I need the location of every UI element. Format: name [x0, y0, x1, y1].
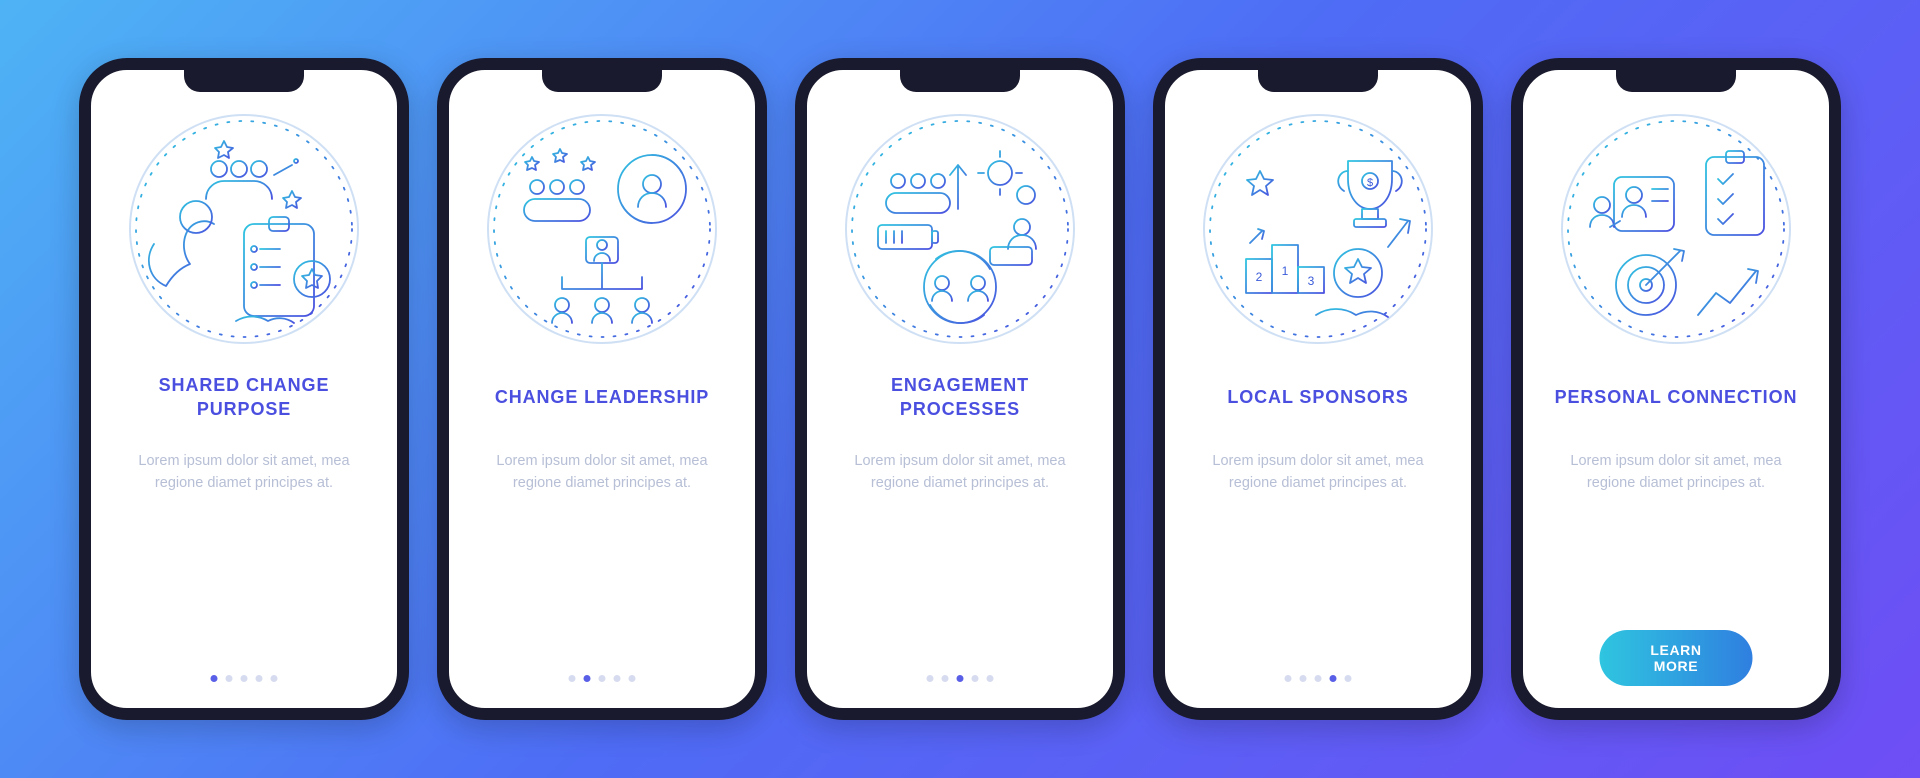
dot-4[interactable]: [256, 675, 263, 682]
engagement-processes-icon: [845, 114, 1075, 344]
learn-more-button[interactable]: LEARN MORE: [1600, 630, 1753, 686]
svg-text:$: $: [1367, 177, 1373, 189]
dot-5[interactable]: [629, 675, 636, 682]
svg-text:2: 2: [1256, 270, 1263, 284]
dot-5[interactable]: [987, 675, 994, 682]
dot-5[interactable]: [1345, 675, 1352, 682]
onboarding-screen-shared-change-purpose: SHARED CHANGE PURPOSE Lorem ipsum dolor …: [79, 58, 409, 720]
screen-description: Lorem ipsum dolor sit amet, mea regione …: [113, 450, 375, 495]
shared-purpose-icon: [129, 114, 359, 344]
dot-1[interactable]: [927, 675, 934, 682]
pagination-dots[interactable]: [569, 675, 636, 682]
dot-1[interactable]: [1285, 675, 1292, 682]
screen-title: CHANGE LEADERSHIP: [489, 372, 715, 422]
onboarding-screen-change-leadership: CHANGE LEADERSHIP Lorem ipsum dolor sit …: [437, 58, 767, 720]
change-leadership-icon: [487, 114, 717, 344]
phone-notch: [1616, 68, 1736, 92]
dot-5[interactable]: [271, 675, 278, 682]
dot-3[interactable]: [957, 675, 964, 682]
dot-3[interactable]: [1315, 675, 1322, 682]
svg-text:3: 3: [1308, 274, 1315, 288]
screen-description: Lorem ipsum dolor sit amet, mea regione …: [829, 450, 1091, 495]
screen-description: Lorem ipsum dolor sit amet, mea regione …: [1545, 450, 1807, 495]
phone-notch: [184, 68, 304, 92]
dot-1[interactable]: [569, 675, 576, 682]
dot-2[interactable]: [584, 675, 591, 682]
personal-connection-icon: [1561, 114, 1791, 344]
screen-title: SHARED CHANGE PURPOSE: [113, 372, 375, 422]
dot-4[interactable]: [972, 675, 979, 682]
screen-title: ENGAGEMENT PROCESSES: [829, 372, 1091, 422]
phone-notch: [542, 68, 662, 92]
screen-description: Lorem ipsum dolor sit amet, mea regione …: [471, 450, 733, 495]
screen-title: LOCAL SPONSORS: [1221, 372, 1414, 422]
screen-description: Lorem ipsum dolor sit amet, mea regione …: [1187, 450, 1449, 495]
dot-4[interactable]: [1330, 675, 1337, 682]
dot-2[interactable]: [1300, 675, 1307, 682]
onboarding-screen-engagement-processes: ENGAGEMENT PROCESSES Lorem ipsum dolor s…: [795, 58, 1125, 720]
screen-title: PERSONAL CONNECTION: [1549, 372, 1804, 422]
pagination-dots[interactable]: [927, 675, 994, 682]
svg-text:1: 1: [1282, 264, 1289, 278]
dot-1[interactable]: [211, 675, 218, 682]
local-sponsors-icon: $ 2 1 3: [1203, 114, 1433, 344]
onboarding-screen-local-sponsors: $ 2 1 3 LOCAL SPONSORS Lorem ipsum dolor…: [1153, 58, 1483, 720]
pagination-dots[interactable]: [211, 675, 278, 682]
phone-notch: [900, 68, 1020, 92]
dot-2[interactable]: [942, 675, 949, 682]
dot-4[interactable]: [614, 675, 621, 682]
onboarding-screen-personal-connection: PERSONAL CONNECTION Lorem ipsum dolor si…: [1511, 58, 1841, 720]
dot-2[interactable]: [226, 675, 233, 682]
phone-notch: [1258, 68, 1378, 92]
pagination-dots[interactable]: [1285, 675, 1352, 682]
dot-3[interactable]: [241, 675, 248, 682]
dot-3[interactable]: [599, 675, 606, 682]
